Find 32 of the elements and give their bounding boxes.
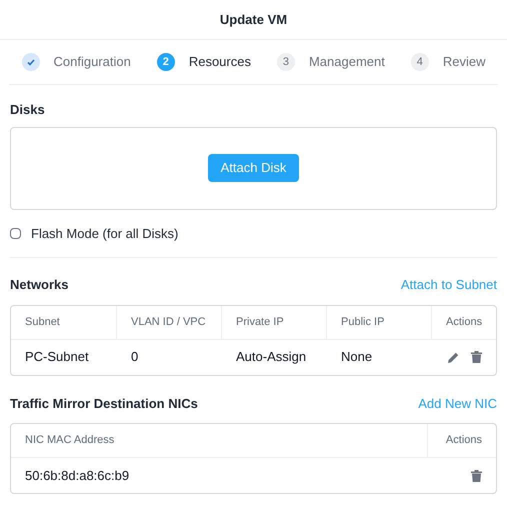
table-cell-text: None [340,348,374,366]
table-cell-text: 50:6b:8d:a8:6c:b9 [24,466,130,485]
table-cell-text: Auto-Assign [235,348,308,366]
dialog-title: Update VM [220,10,288,29]
column-header: Actions [445,314,484,330]
table-cell-text: PC-Subnet [24,348,90,366]
step-done-icon [22,53,40,71]
pencil-icon[interactable] [448,352,459,362]
wizard-step[interactable]: Configuration [22,52,131,72]
column-header: Private IP [222,306,327,338]
column-header: Subnet [11,306,117,338]
step-number: 4 [410,53,429,71]
column-header: Public IP [327,306,432,338]
column-header: Actions [444,433,483,448]
table-cell-text: 0 [130,348,140,366]
section-heading: Disks [9,101,46,119]
section-heading: Networks [10,276,69,294]
section-heading: Traffic Mirror Destination NICs [10,394,198,412]
add-new-nic-link[interactable]: Add New NIC [418,394,497,413]
column-header: NIC MAC Address [11,424,428,457]
step-number: 2 [156,53,175,71]
attach-to-subnet-link[interactable]: Attach to Subnet [400,275,497,294]
trash-icon[interactable] [471,470,482,482]
wizard-step[interactable]: 2 Resources [156,52,251,72]
column-header: VLAN ID / VPC [117,306,222,338]
wizard-step[interactable]: 3 Management [276,52,385,72]
checkbox[interactable] [10,228,21,239]
checkbox-label: Flash Mode (for all Disks) [31,224,178,243]
step-number: 3 [276,53,295,71]
attach-disk-button[interactable]: Attach Disk [208,154,300,182]
wizard-step[interactable]: 4 Review [410,52,486,72]
trash-icon[interactable] [471,351,482,363]
